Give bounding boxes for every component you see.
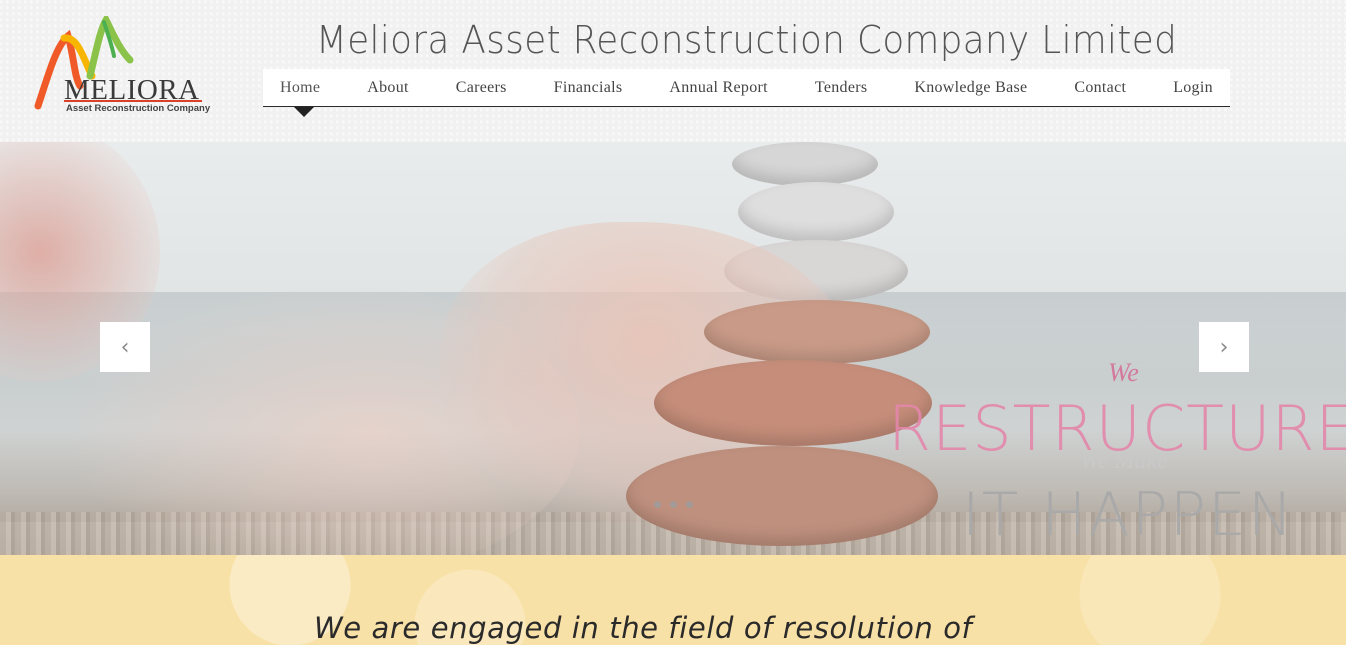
site-title: Meliora Asset Reconstruction Company Lim… [316, 18, 1178, 62]
chevron-right-icon: › [1219, 334, 1229, 360]
tagline-we: We [1108, 358, 1139, 387]
slideshow-next-button[interactable]: › [1199, 322, 1249, 372]
nav-about[interactable]: About [367, 79, 409, 97]
logo-subtitle: Asset Reconstruction Company [66, 103, 211, 114]
slide-dot[interactable] [670, 501, 677, 508]
nav-annual-report[interactable]: Annual Report [669, 79, 768, 97]
stacked-stone [704, 300, 930, 364]
active-nav-indicator [294, 107, 314, 117]
chevron-left-icon: ‹ [120, 334, 130, 360]
hero-slideshow: ‹ › We RESTRUCTURE We Make IT HAPPEN [0, 142, 1346, 555]
stacked-stone [732, 142, 878, 186]
nav-contact[interactable]: Contact [1074, 79, 1126, 97]
stacked-stone [738, 182, 894, 242]
tagline-we-make: We Make [1080, 448, 1168, 474]
nav-tenders[interactable]: Tenders [815, 79, 868, 97]
logo-underline [64, 100, 202, 102]
tagline-it-happen: IT HAPPEN [962, 480, 1295, 550]
nav-careers[interactable]: Careers [456, 79, 507, 97]
intro-text: We are engaged in the field of resolutio… [314, 611, 973, 645]
slideshow-dots [654, 501, 693, 508]
nav-financials[interactable]: Financials [554, 79, 623, 97]
nav-knowledge-base[interactable]: Knowledge Base [914, 79, 1027, 97]
nav-login[interactable]: Login [1173, 79, 1213, 97]
site-header: MELIORA Asset Reconstruction Company Mel… [0, 0, 1346, 142]
slideshow-prev-button[interactable]: ‹ [100, 322, 150, 372]
slide-dot[interactable] [654, 501, 661, 508]
slide-dot[interactable] [686, 501, 693, 508]
main-nav: Home About Careers Financials Annual Rep… [263, 69, 1230, 107]
nav-home[interactable]: Home [280, 79, 320, 97]
intro-section: We are engaged in the field of resolutio… [0, 555, 1346, 645]
company-logo[interactable]: MELIORA Asset Reconstruction Company [34, 16, 210, 116]
